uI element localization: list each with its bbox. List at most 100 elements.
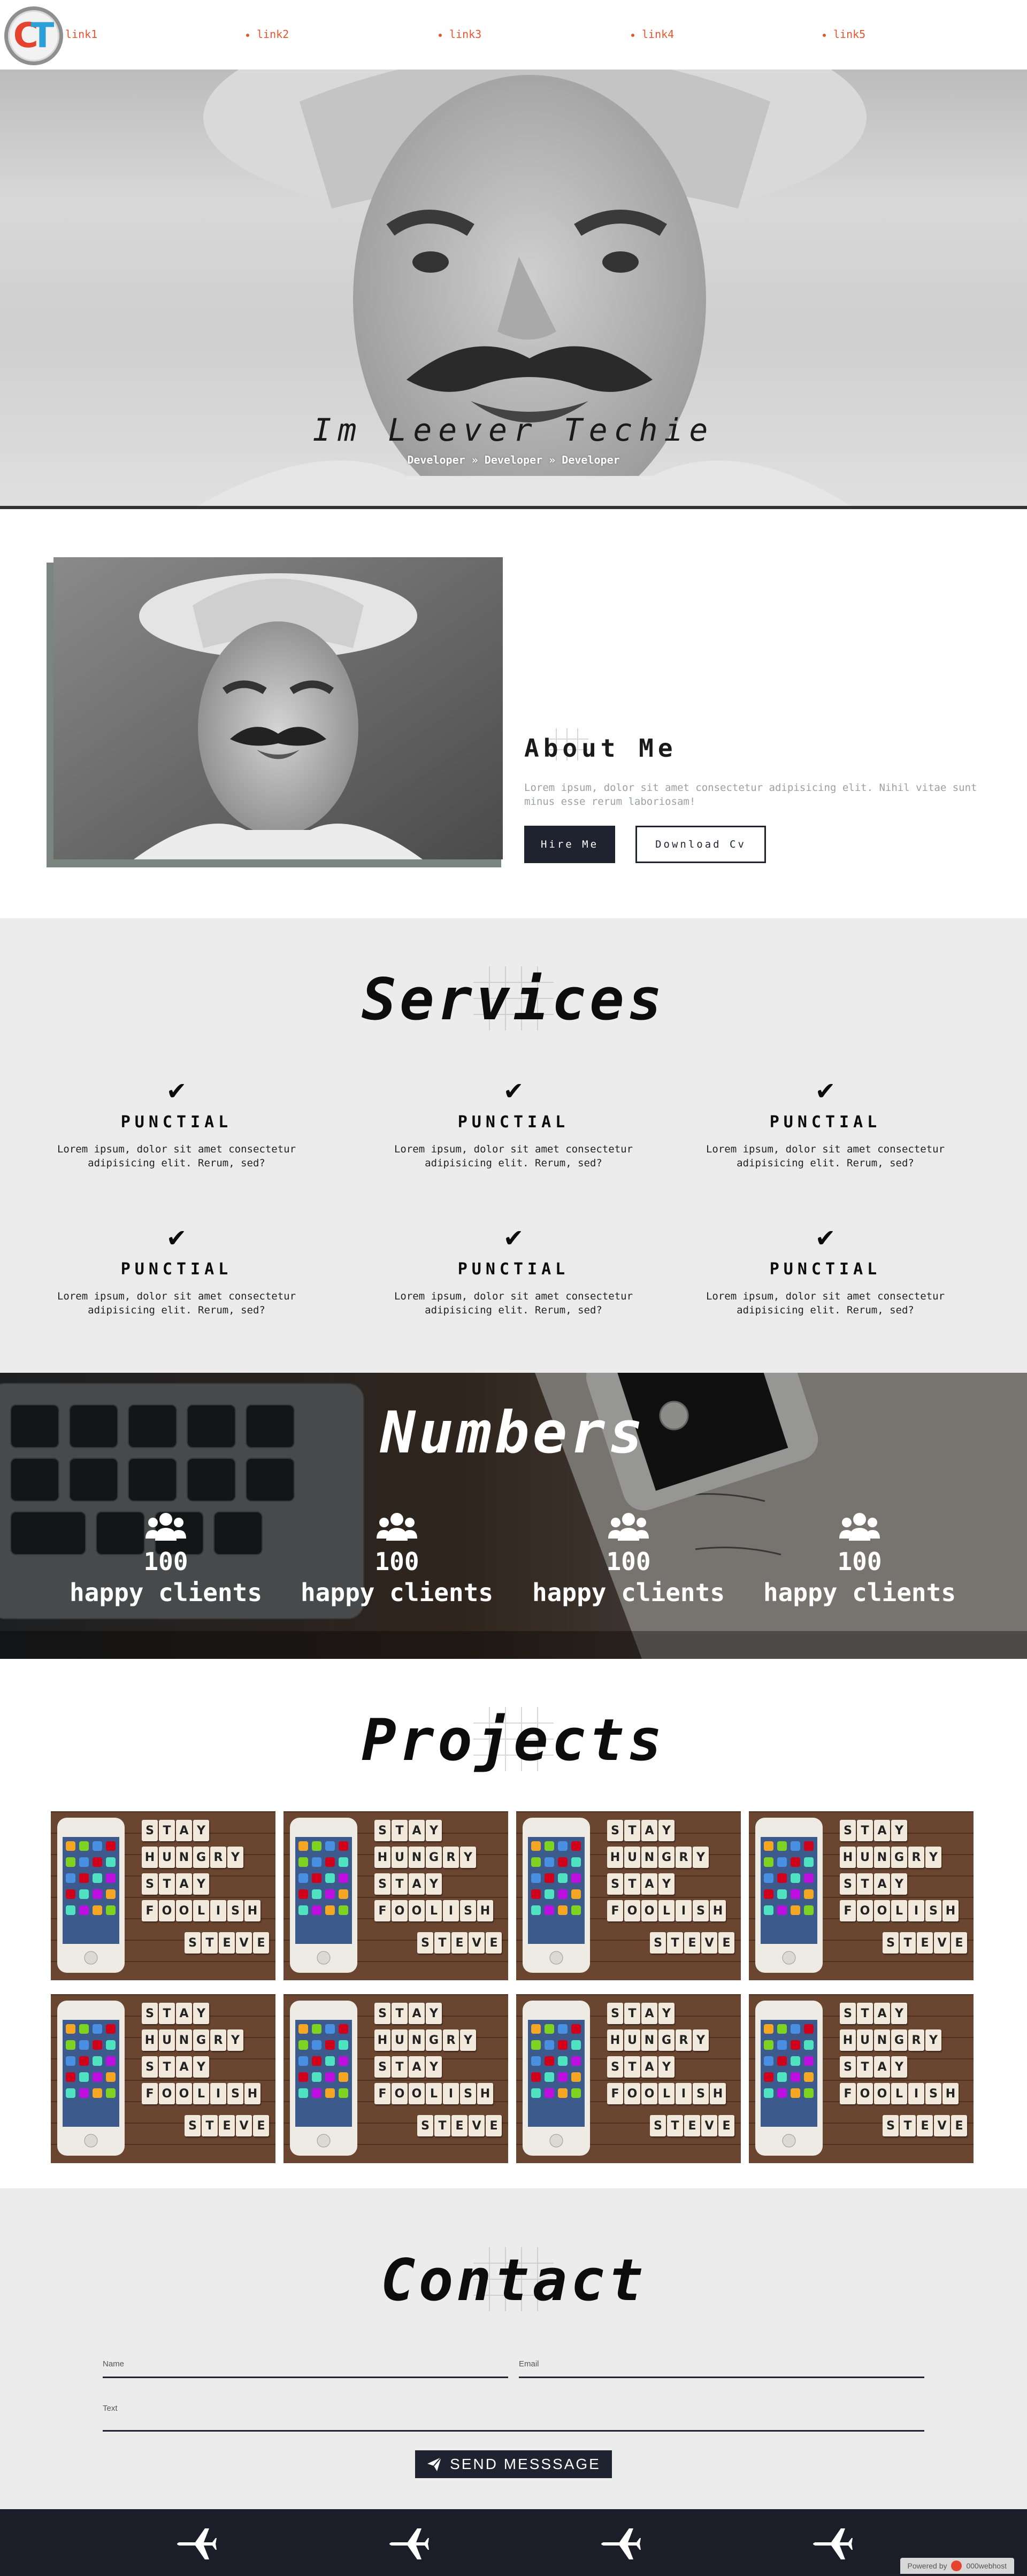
checkmark-icon: ✔ [166,1224,187,1252]
letter-tile: T [900,1932,916,1954]
letter-tile: G [426,2029,442,2051]
hero-section: Im Leever Techie Developer » Developer »… [0,70,1027,509]
project-thumbnail[interactable]: STAYHUNGRYSTAYFOOLISHSTEVE [516,1994,741,2163]
letter-tile: F [840,1900,856,1921]
letter-tile: V [701,1932,717,1954]
service-name: PUNCTIAL [120,1260,233,1279]
letter-tile: Y [460,1847,476,1868]
letter-tile: H [840,2029,856,2051]
nav-link-4[interactable]: link4 [631,28,674,41]
letter-tile: S [650,2115,666,2136]
email-field[interactable] [519,2377,924,2378]
letter-tile: O [176,1900,192,1921]
project-thumbnail[interactable]: STAYHUNGRYSTAYFOOLISHSTEVE [51,1811,275,1980]
letter-tile: Y [658,1820,675,1841]
letter-tile: V [934,1932,950,1954]
letter-tile: S [840,2056,856,2078]
letter-tile: T [900,2115,916,2136]
bullet-icon [631,33,634,37]
letter-tile: R [210,1847,226,1868]
about-section: About Me Lorem ipsum, dolor sit amet con… [0,509,1027,918]
letter-tile: S [374,1820,390,1841]
airplane-icon[interactable] [174,2525,217,2563]
checkmark-icon: ✔ [503,1224,524,1252]
letter-tile: R [443,1847,459,1868]
letter-tile: A [409,2003,425,2024]
airplane-icon[interactable] [598,2525,641,2563]
airplane-icon[interactable] [810,2525,853,2563]
service-description: Lorem ipsum, dolor sit amet consectetur … [706,1143,945,1169]
send-message-button[interactable]: SEND MESSSAGE [415,2450,612,2478]
letter-tile: O [409,2083,425,2104]
letter-tile: S [925,1900,941,1921]
letter-tile: S [607,2056,623,2078]
letter-tile: S [650,1932,666,1954]
letter-tile: H [710,2083,726,2104]
letter-tile: G [193,2029,209,2051]
logo-letter-t: T [30,16,55,56]
letter-tile: O [624,2083,640,2104]
name-field[interactable] [103,2377,508,2378]
letter-tile: Y [426,2056,442,2078]
letter-tile: V [469,2115,485,2136]
project-thumbnail[interactable]: STAYHUNGRYSTAYFOOLISHSTEVE [283,1994,508,2163]
projects-section: Projects STAYHUNGRYSTAYFOOLISHSTEVESTAYH… [0,1659,1027,2188]
service-description: Lorem ipsum, dolor sit amet consectetur … [394,1290,633,1316]
airplane-icon[interactable] [386,2525,429,2563]
users-icon [608,1513,649,1541]
about-portrait-image [53,557,503,859]
letter-tile: E [451,2115,467,2136]
nav-link-1[interactable]: link1 [65,28,97,41]
letter-tile: T [202,1932,218,1954]
service-name: PUNCTIAL [457,1260,570,1279]
letter-tile: V [236,2115,252,2136]
letter-tile: E [253,1932,269,1954]
letter-tile: R [908,1847,924,1868]
project-thumbnail[interactable]: STAYHUNGRYSTAYFOOLISHSTEVE [516,1811,741,1980]
letter-tile: S [607,2003,623,2024]
message-field[interactable] [103,2430,924,2432]
paper-plane-icon [427,2457,442,2471]
email-field-label: Email [519,2359,539,2369]
letter-tile: H [840,1847,856,1868]
nav-link-2[interactable]: link2 [246,28,289,41]
letter-tile: L [193,1900,209,1921]
logo-letter-c: C [13,16,39,56]
site-logo[interactable]: CT [4,6,63,65]
letter-tile: V [236,1932,252,1954]
nav-link-3[interactable]: link3 [439,28,481,41]
letter-tile: U [392,1847,408,1868]
letter-tile: T [392,2056,408,2078]
letter-tile: G [193,1847,209,1868]
letter-tile: Y [658,2056,675,2078]
stat-value: 100 [143,1547,188,1576]
letter-tile: O [874,1900,890,1921]
powered-by-badge[interactable]: Powered by 000webhost [900,2558,1014,2574]
checkmark-icon: ✔ [815,1224,836,1252]
project-thumbnail[interactable]: STAYHUNGRYSTAYFOOLISHSTEVE [749,1811,974,1980]
letter-tile: E [253,2115,269,2136]
project-thumbnail[interactable]: STAYHUNGRYSTAYFOOLISHSTEVE [283,1811,508,1980]
letter-tile: O [159,1900,175,1921]
letter-tile: T [667,2115,683,2136]
letter-tile: S [227,1900,243,1921]
numbers-title: Numbers [380,1400,647,1466]
letter-tile: O [409,1900,425,1921]
nav-link-5[interactable]: link5 [823,28,865,41]
letter-tile: A [176,1820,192,1841]
stat-label: happy clients [69,1578,263,1607]
letter-tile: T [857,1873,873,1895]
stat-card: 100 happy clients [53,1512,278,1607]
letter-tile: U [624,2029,640,2051]
letter-tile: I [908,1900,924,1921]
service-description: Lorem ipsum, dolor sit amet consectetur … [394,1143,633,1169]
stat-value: 100 [606,1547,651,1576]
letter-tile: F [142,1900,158,1921]
project-thumbnail[interactable]: STAYHUNGRYSTAYFOOLISHSTEVE [51,1994,275,2163]
download-cv-button[interactable]: Download Cv [635,826,766,863]
letter-tile: U [159,1847,175,1868]
project-thumbnail[interactable]: STAYHUNGRYSTAYFOOLISHSTEVE [749,1994,974,2163]
checkmark-icon: ✔ [503,1076,524,1105]
letter-tile: O [874,2083,890,2104]
hire-me-button[interactable]: Hire Me [524,826,615,863]
